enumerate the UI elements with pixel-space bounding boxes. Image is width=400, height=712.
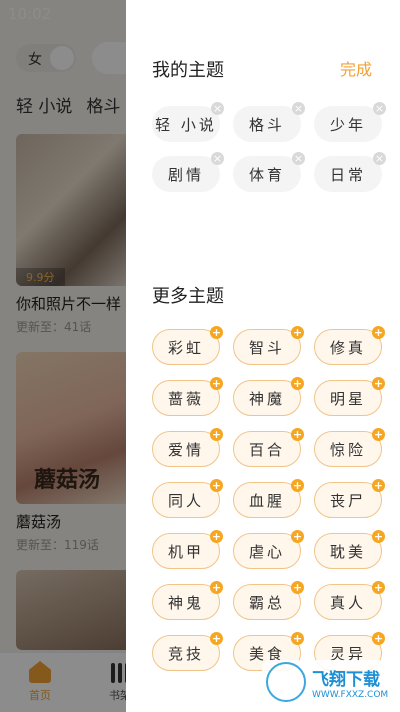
more-topic-chip[interactable]: 同人 +: [152, 479, 223, 518]
add-icon[interactable]: +: [210, 632, 223, 645]
watermark-logo-icon: [266, 662, 306, 702]
more-topic-chip[interactable]: 耽美 +: [314, 530, 385, 569]
add-icon[interactable]: +: [291, 428, 304, 441]
topic-label: 剧情: [167, 165, 204, 184]
done-button[interactable]: 完成: [340, 56, 372, 80]
add-icon[interactable]: +: [210, 326, 223, 339]
topic-label: 修真: [329, 338, 366, 357]
more-topic-chip[interactable]: 惊险 +: [314, 428, 385, 467]
topic-label: 蔷薇: [167, 389, 204, 408]
my-topic-chip[interactable]: 体育 ×: [233, 152, 305, 192]
more-topic-chip[interactable]: 百合 +: [233, 428, 304, 467]
topic-label: 格斗: [248, 115, 285, 134]
my-topic-chip[interactable]: 轻 小说 ×: [152, 102, 224, 142]
topic-drawer: 我的主题 完成 轻 小说 × 格斗 × 少年 × 剧情 × 体育 × 日常 × 更多主题 彩虹 + 智斗 +…: [126, 0, 400, 712]
remove-icon[interactable]: ×: [292, 152, 305, 165]
more-topics-title: 更多主题: [152, 286, 224, 307]
more-topic-chip[interactable]: 丧尸 +: [314, 479, 385, 518]
more-topic-chip[interactable]: 智斗 +: [233, 326, 304, 365]
add-icon[interactable]: +: [210, 479, 223, 492]
add-icon[interactable]: +: [291, 530, 304, 543]
topic-label: 彩虹: [167, 338, 204, 357]
topic-label: 竞技: [167, 644, 204, 663]
add-icon[interactable]: +: [210, 428, 223, 441]
remove-icon[interactable]: ×: [211, 152, 224, 165]
more-topic-chip[interactable]: 彩虹 +: [152, 326, 223, 365]
my-topic-chip[interactable]: 少年 ×: [314, 102, 386, 142]
add-icon[interactable]: +: [291, 326, 304, 339]
watermark: 飞翔下载 WWW.FXXZ.COM: [262, 660, 394, 704]
add-icon[interactable]: +: [372, 326, 385, 339]
add-icon[interactable]: +: [372, 632, 385, 645]
more-topic-chip[interactable]: 竞技 +: [152, 632, 223, 671]
remove-icon[interactable]: ×: [373, 152, 386, 165]
topic-label: 体育: [248, 165, 285, 184]
topic-label: 百合: [248, 440, 285, 459]
topic-label: 同人: [167, 491, 204, 510]
watermark-text: 飞翔下载: [312, 669, 380, 690]
topic-label: 智斗: [248, 338, 285, 357]
more-topic-chip[interactable]: 神鬼 +: [152, 581, 223, 620]
topic-label: 虐心: [248, 542, 285, 561]
more-topic-chip[interactable]: 霸总 +: [233, 581, 304, 620]
my-topics-grid: 轻 小说 × 格斗 × 少年 × 剧情 × 体育 × 日常 ×: [152, 102, 386, 192]
topic-label: 耽美: [329, 542, 366, 561]
topic-label: 丧尸: [329, 491, 366, 510]
my-topics-title: 我的主题: [152, 60, 224, 81]
topic-label: 血腥: [248, 491, 285, 510]
topic-label: 惊险: [329, 440, 366, 459]
add-icon[interactable]: +: [291, 581, 304, 594]
my-topic-chip[interactable]: 剧情 ×: [152, 152, 224, 192]
more-topics-grid: 彩虹 + 智斗 + 修真 + 蔷薇 + 神魔 + 明星 + 爱情 + 百合 + 惊险 + 同人 + 血腥 + 丧尸 + 机甲 + 虐…: [152, 326, 385, 671]
add-icon[interactable]: +: [291, 632, 304, 645]
remove-icon[interactable]: ×: [211, 102, 224, 115]
topic-label: 轻 小说: [155, 115, 217, 134]
add-icon[interactable]: +: [210, 581, 223, 594]
watermark-url: WWW.FXXZ.COM: [312, 689, 389, 700]
add-icon[interactable]: +: [372, 530, 385, 543]
topic-label: 霸总: [248, 593, 285, 612]
topic-label: 神魔: [248, 389, 285, 408]
more-topic-chip[interactable]: 机甲 +: [152, 530, 223, 569]
add-icon[interactable]: +: [291, 479, 304, 492]
add-icon[interactable]: +: [210, 377, 223, 390]
more-topic-chip[interactable]: 蔷薇 +: [152, 377, 223, 416]
my-topic-chip[interactable]: 格斗 ×: [233, 102, 305, 142]
remove-icon[interactable]: ×: [292, 102, 305, 115]
topic-label: 机甲: [167, 542, 204, 561]
add-icon[interactable]: +: [372, 377, 385, 390]
topic-label: 日常: [329, 165, 366, 184]
remove-icon[interactable]: ×: [373, 102, 386, 115]
more-topic-chip[interactable]: 血腥 +: [233, 479, 304, 518]
add-icon[interactable]: +: [372, 581, 385, 594]
more-topic-chip[interactable]: 真人 +: [314, 581, 385, 620]
more-topic-chip[interactable]: 修真 +: [314, 326, 385, 365]
topic-label: 少年: [329, 115, 366, 134]
more-topic-chip[interactable]: 神魔 +: [233, 377, 304, 416]
more-topic-chip[interactable]: 虐心 +: [233, 530, 304, 569]
add-icon[interactable]: +: [372, 428, 385, 441]
topic-label: 爱情: [167, 440, 204, 459]
add-icon[interactable]: +: [372, 479, 385, 492]
add-icon[interactable]: +: [291, 377, 304, 390]
topic-label: 明星: [329, 389, 366, 408]
more-topic-chip[interactable]: 明星 +: [314, 377, 385, 416]
topic-label: 真人: [329, 593, 366, 612]
topic-label: 神鬼: [167, 593, 204, 612]
more-topic-chip[interactable]: 爱情 +: [152, 428, 223, 467]
add-icon[interactable]: +: [210, 530, 223, 543]
my-topic-chip[interactable]: 日常 ×: [314, 152, 386, 192]
